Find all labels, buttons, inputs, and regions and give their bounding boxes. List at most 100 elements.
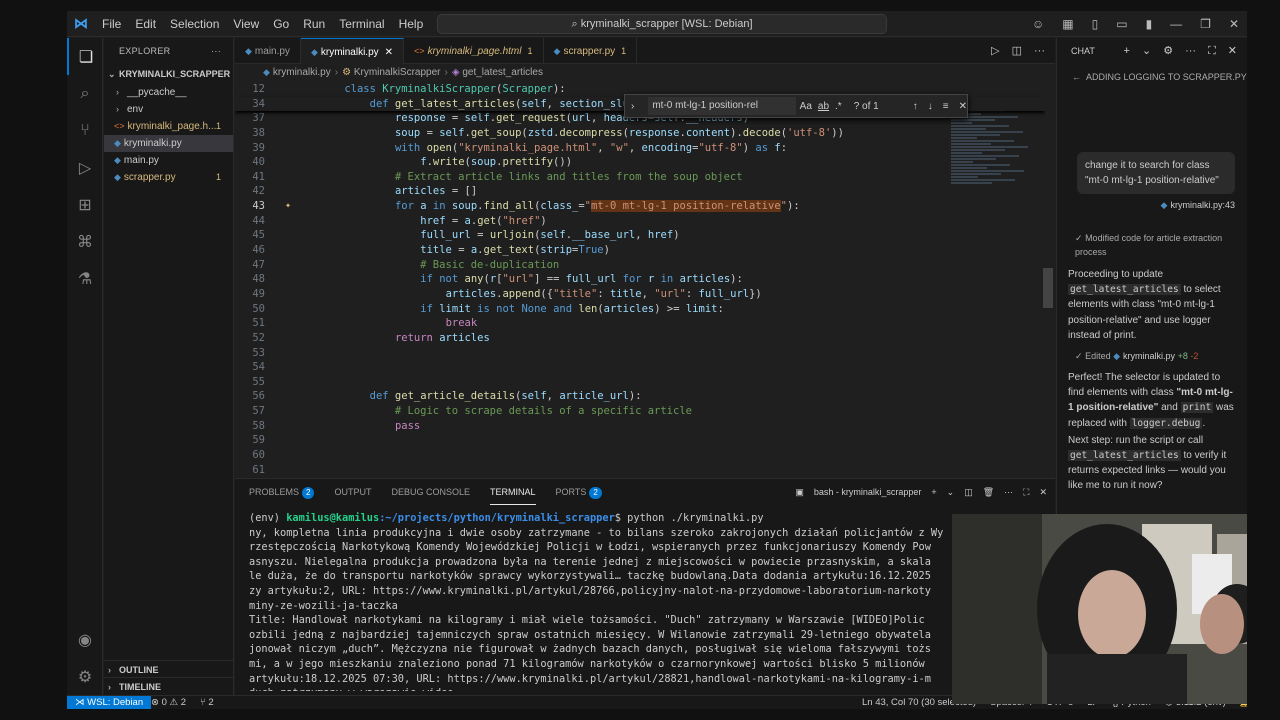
- code-line[interactable]: 48 if not any(r["url"] == full_url for r…: [235, 272, 1045, 287]
- code-line[interactable]: 38 soup = self.get_soup(zstd.decompress(…: [235, 126, 1045, 141]
- more-actions-icon[interactable]: ···: [211, 38, 221, 64]
- editor-scrollbar[interactable]: [1043, 268, 1053, 308]
- next-match-icon[interactable]: ↓: [928, 101, 933, 112]
- code-action-sparkle-icon[interactable]: ✦: [285, 199, 291, 214]
- menu-help[interactable]: Help: [392, 17, 431, 31]
- code-line[interactable]: 50 if limit is not None and len(articles…: [235, 302, 1045, 317]
- close-panel-icon[interactable]: ✕: [1039, 479, 1047, 505]
- menu-go[interactable]: Go: [266, 17, 296, 31]
- extensions-icon[interactable]: ⊞: [67, 186, 103, 223]
- find-in-selection-icon[interactable]: ≡: [943, 101, 949, 112]
- split-terminal-icon[interactable]: ◫: [964, 479, 973, 505]
- remote-indicator[interactable]: ⋊ WSL: Debian: [67, 696, 152, 709]
- tab-kryminalki-page-html[interactable]: <> kryminalki_page.html 1: [404, 38, 544, 64]
- maximize-chat-icon[interactable]: ⛶: [1208, 38, 1216, 64]
- run-python-file-icon[interactable]: ▷: [991, 38, 999, 64]
- chat-session-title[interactable]: ← ADDING LOGGING TO SCRAPPER.PY: [1057, 64, 1247, 90]
- tab-problems[interactable]: PROBLEMS 2: [249, 479, 315, 505]
- tab-ports[interactable]: PORTS 2: [556, 479, 602, 505]
- explorer-icon[interactable]: ❏: [67, 38, 103, 75]
- code-line[interactable]: 52 return articles: [235, 331, 1045, 346]
- ports-status[interactable]: ⑂ 2: [200, 696, 214, 709]
- code-line[interactable]: 53: [235, 346, 1045, 361]
- tree-file-main-py[interactable]: ◆ main.py: [104, 152, 233, 169]
- code-line[interactable]: 39 with open("kryminalki_page.html", "w"…: [235, 141, 1045, 156]
- back-arrow-icon[interactable]: ←: [1072, 72, 1081, 82]
- tab-main-py[interactable]: ◆ main.py: [235, 38, 301, 64]
- chat-dropdown-icon[interactable]: ⌄: [1142, 38, 1151, 64]
- run-debug-icon[interactable]: ▷: [67, 149, 103, 186]
- tree-file-kryminalki-page-html[interactable]: <> kryminalki_page.h... 1: [104, 118, 233, 135]
- source-control-icon[interactable]: ⑂: [67, 112, 103, 149]
- progress-step[interactable]: ✓ Modified code for article extraction p…: [1075, 231, 1235, 259]
- code-line[interactable]: 41 # Extract article links and titles fr…: [235, 170, 1045, 185]
- code-line[interactable]: 40 f.write(soup.prettify()): [235, 155, 1045, 170]
- maximize-icon[interactable]: ❐: [1200, 11, 1211, 37]
- code-line[interactable]: 47 # Basic de-duplication: [235, 258, 1045, 273]
- problems-status[interactable]: ⊗ 0 ⚠ 2: [151, 696, 186, 709]
- layout-icon[interactable]: ▦: [1062, 11, 1073, 37]
- terminal-name[interactable]: bash - kryminalki_scrapper: [814, 479, 922, 505]
- new-terminal-icon[interactable]: +: [931, 479, 936, 505]
- code-line[interactable]: 57 # Logic to scrape details of a specif…: [235, 404, 1045, 419]
- code-line[interactable]: 59: [235, 433, 1045, 448]
- outline-section[interactable]: › OUTLINE: [104, 660, 234, 678]
- edited-file-summary[interactable]: ✓ Edited ◆ kryminalki.py +8 -2: [1075, 351, 1237, 362]
- account-icon[interactable]: ◉: [67, 621, 103, 658]
- menu-edit[interactable]: Edit: [128, 17, 163, 31]
- match-case-button[interactable]: Aa: [800, 101, 812, 112]
- tree-file-kryminalki-py[interactable]: ◆ kryminalki.py: [104, 135, 233, 152]
- code-line[interactable]: 60: [235, 448, 1045, 463]
- terminal-dropdown-icon[interactable]: ⌄: [947, 479, 955, 505]
- tab-terminal[interactable]: TERMINAL: [490, 479, 536, 505]
- tab-scrapper-py[interactable]: ◆ scrapper.py 1: [544, 38, 638, 64]
- code-line[interactable]: 61: [235, 463, 1045, 478]
- find-input[interactable]: mt-0 mt-lg-1 position-rel: [648, 97, 796, 115]
- tab-kryminalki-py[interactable]: ◆ kryminalki.py ✕: [300, 38, 405, 64]
- breadcrumb-class[interactable]: KryminalkiScrapper: [354, 67, 441, 78]
- code-line[interactable]: 43 ✦ for a in soup.find_all(class_="mt-0 …: [235, 199, 1045, 214]
- breadcrumb-method[interactable]: get_latest_articles: [462, 67, 543, 78]
- close-find-icon[interactable]: ✕: [959, 101, 967, 112]
- close-chat-icon[interactable]: ✕: [1228, 38, 1237, 64]
- search-view-icon[interactable]: ⌕: [67, 75, 103, 112]
- manage-gear-icon[interactable]: ⚙: [67, 658, 103, 695]
- whole-word-button[interactable]: ab: [818, 101, 829, 112]
- maximize-panel-icon[interactable]: ⛶: [1023, 479, 1029, 505]
- tab-output[interactable]: OUTPUT: [334, 479, 371, 505]
- code-line[interactable]: 49 articles.append({"title": title, "url…: [235, 287, 1045, 302]
- more-actions-icon[interactable]: ···: [1185, 38, 1196, 64]
- code-line[interactable]: 46 title = a.get_text(strip=True): [235, 243, 1045, 258]
- code-editor[interactable]: 12 class KryminalkiScrapper(Scrapper): 34…: [235, 82, 1045, 478]
- menu-selection[interactable]: Selection: [163, 17, 226, 31]
- code-line[interactable]: 58 pass: [235, 419, 1045, 434]
- project-folder[interactable]: ⌄ KRYMINALKI_SCRAPPER [...: [104, 64, 233, 84]
- code-line[interactable]: 54: [235, 360, 1045, 375]
- command-center[interactable]: ⌕ kryminalki_scrapper [WSL: Debian]: [437, 14, 887, 34]
- terminal-output[interactable]: (env) kamilus@kamilus:~/projects/python/…: [249, 511, 1049, 691]
- regex-button[interactable]: .*: [835, 101, 842, 112]
- remote-explorer-icon[interactable]: ⌘: [67, 223, 103, 260]
- copilot-icon[interactable]: ☺: [1032, 11, 1044, 37]
- kill-terminal-icon[interactable]: 🗑: [983, 479, 994, 505]
- new-chat-icon[interactable]: +: [1124, 38, 1130, 64]
- tree-folder-pycache[interactable]: › __pycache__: [104, 84, 233, 101]
- previous-match-icon[interactable]: ↑: [913, 101, 918, 112]
- toggle-panel-icon[interactable]: ▭: [1116, 11, 1127, 37]
- file-reference[interactable]: ◆ kryminalki.py:43: [1057, 200, 1247, 211]
- toggle-replace-chevron-icon[interactable]: ›: [631, 101, 634, 112]
- timeline-section[interactable]: › TIMELINE: [104, 677, 234, 695]
- code-line[interactable]: 56 def get_article_details(self, article…: [235, 389, 1045, 404]
- code-line[interactable]: 55: [235, 375, 1045, 390]
- code-line[interactable]: 51 break: [235, 316, 1045, 331]
- code-line[interactable]: 45 full_url = urljoin(self.__base_url, h…: [235, 228, 1045, 243]
- testing-icon[interactable]: ⚗: [67, 260, 103, 297]
- close-tab-icon[interactable]: ✕: [385, 47, 393, 58]
- menu-view[interactable]: View: [226, 17, 266, 31]
- split-editor-icon[interactable]: ◫: [1012, 38, 1022, 64]
- chat-settings-gear-icon[interactable]: ⚙: [1163, 38, 1173, 64]
- menu-terminal[interactable]: Terminal: [332, 17, 391, 31]
- tab-debug-console[interactable]: DEBUG CONSOLE: [391, 479, 470, 505]
- menu-run[interactable]: Run: [296, 17, 332, 31]
- tree-folder-env[interactable]: › env: [104, 101, 233, 118]
